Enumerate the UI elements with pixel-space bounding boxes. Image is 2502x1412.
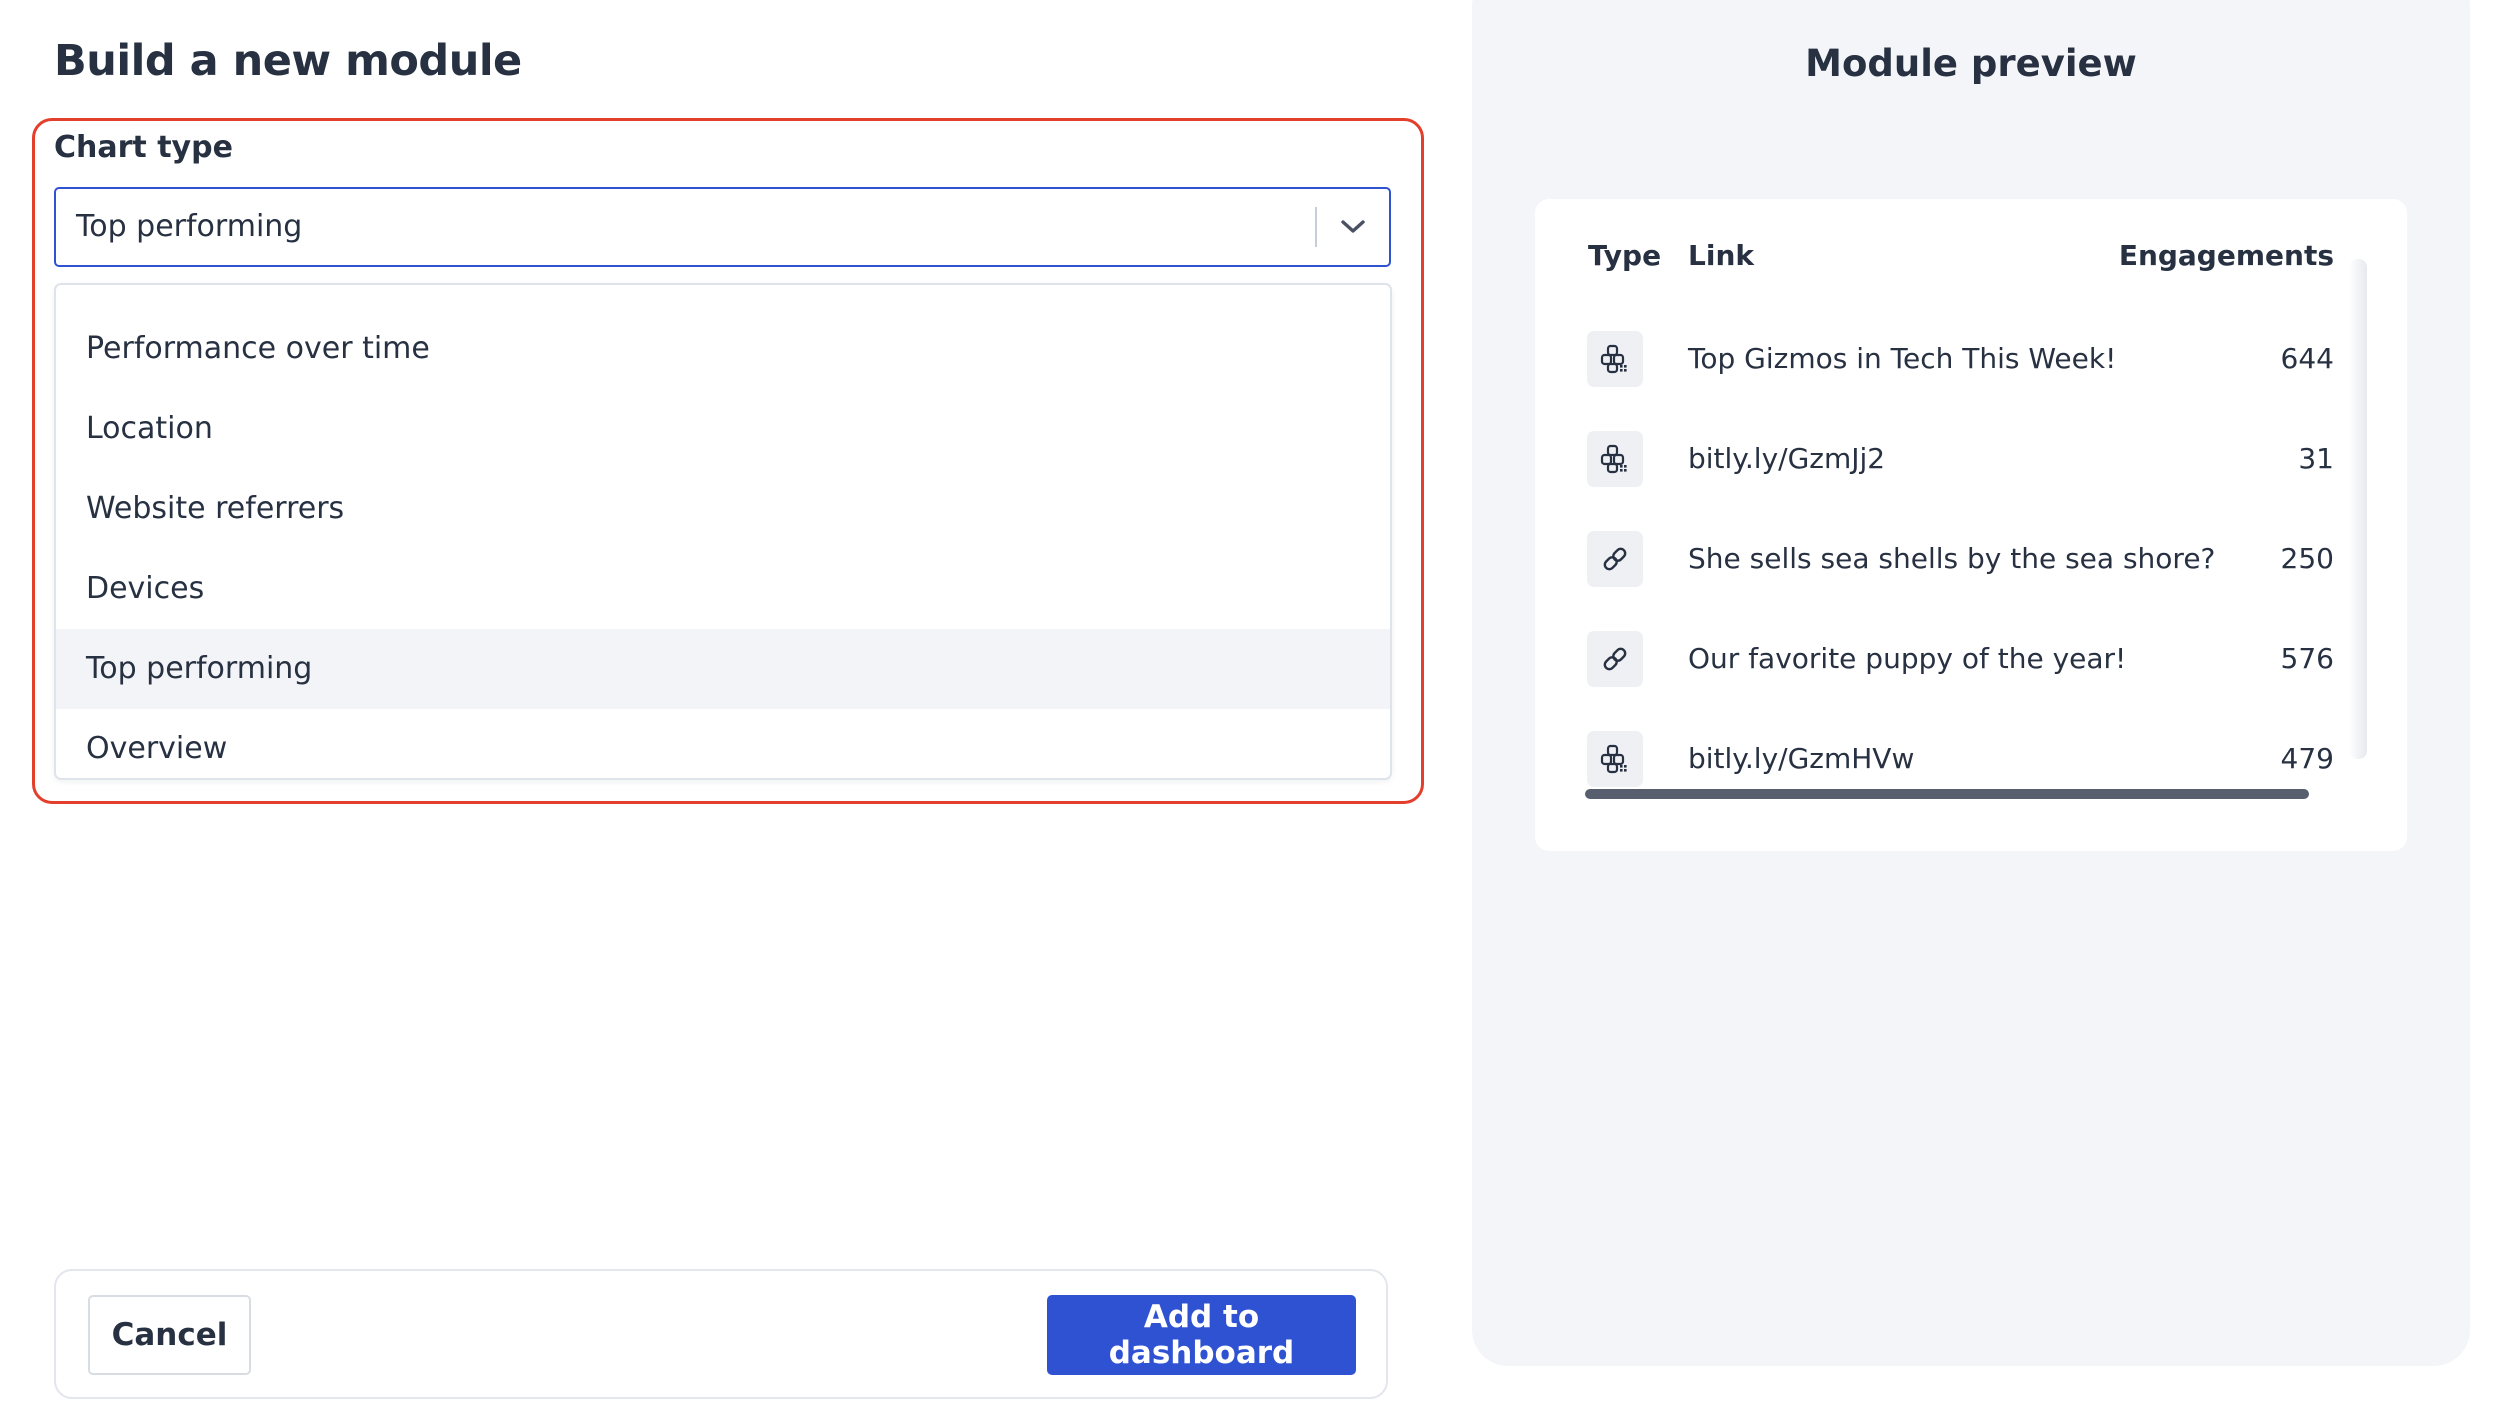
column-header-link: Link (1688, 239, 1754, 272)
dropdown-option-performance-over-time[interactable]: Performance over time (56, 309, 1390, 389)
table-row: Top Gizmos in Tech This Week! 644 (1535, 309, 2407, 409)
preview-title: Module preview (1805, 42, 2137, 85)
chevron-down-icon[interactable] (1329, 203, 1377, 251)
scroll-fade-edge (2349, 259, 2367, 759)
select-divider (1315, 207, 1317, 247)
module-preview-panel: Module preview Type Link Engagements Top… (1472, 0, 2470, 1366)
dropdown-option-top-performing[interactable]: Top performing (56, 629, 1390, 709)
link-icon (1587, 531, 1643, 587)
chart-type-dropdown-menu: Performance over time Location Website r… (54, 283, 1392, 780)
row-engagements: 576 (2280, 642, 2334, 675)
qr-code-icon (1587, 731, 1643, 787)
table-row: bitly.ly/GzmJj2 31 (1535, 409, 2407, 509)
chart-type-label: Chart type (54, 130, 233, 165)
add-to-dashboard-button[interactable]: Add to dashboard (1047, 1295, 1356, 1375)
row-engagements: 644 (2280, 342, 2334, 375)
table-row: She sells sea shells by the sea shore? 2… (1535, 509, 2407, 609)
row-link[interactable]: She sells sea shells by the sea shore? (1688, 509, 2215, 609)
preview-table-card: Type Link Engagements Top Gizmos in Tech… (1535, 199, 2407, 851)
column-header-engagements: Engagements (2118, 239, 2334, 272)
module-builder-screen: Build a new module Chart type Top perfor… (0, 0, 2502, 1412)
qr-code-icon (1587, 431, 1643, 487)
row-link[interactable]: bitly.ly/GzmJj2 (1688, 409, 1885, 509)
chart-type-selected-value: Top performing (76, 209, 303, 244)
qr-code-icon (1587, 331, 1643, 387)
dropdown-option-overview[interactable]: Overview (56, 709, 1390, 778)
dropdown-option-devices[interactable]: Devices (56, 549, 1390, 629)
page-title: Build a new module (54, 36, 522, 86)
form-footer: Cancel Add to dashboard (54, 1269, 1388, 1399)
cancel-button[interactable]: Cancel (88, 1295, 251, 1375)
dropdown-option-location[interactable]: Location (56, 389, 1390, 469)
row-link[interactable]: Our favorite puppy of the year! (1688, 609, 2126, 709)
chart-type-select[interactable]: Top performing (54, 187, 1391, 267)
row-link[interactable]: Top Gizmos in Tech This Week! (1688, 309, 2116, 409)
row-engagements: 31 (2298, 442, 2334, 475)
table-row: Our favorite puppy of the year! 576 (1535, 609, 2407, 709)
horizontal-scrollbar[interactable] (1585, 789, 2309, 799)
dropdown-option-website-referrers[interactable]: Website referrers (56, 469, 1390, 549)
row-engagements: 250 (2280, 542, 2334, 575)
link-icon (1587, 631, 1643, 687)
column-header-type: Type (1588, 239, 1662, 272)
